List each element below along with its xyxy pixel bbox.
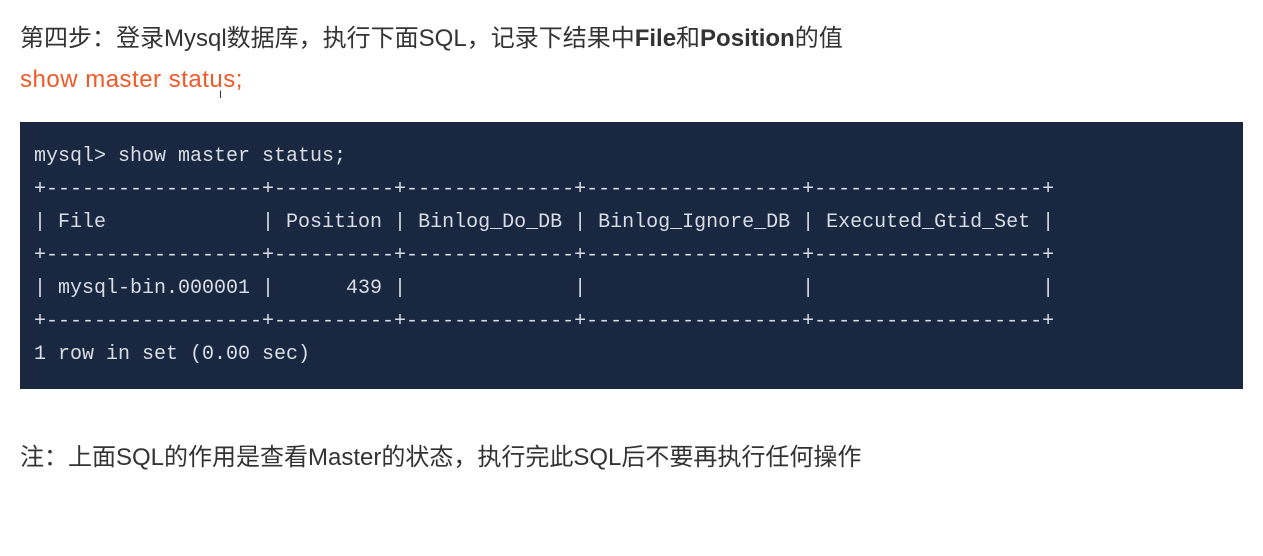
terminal-prompt-line: mysql> show master status; [34, 145, 346, 168]
terminal-sep-top: +------------------+----------+---------… [34, 178, 1054, 201]
heading-mid: 和 [676, 25, 700, 52]
terminal-output: mysql> show master status; +------------… [20, 122, 1243, 389]
note-text: 注：上面SQL的作用是查看Master的状态，执行完此SQL后不要再执行任何操作 [20, 439, 1243, 477]
heading-bold-position: Position [700, 25, 795, 52]
heading-bold-file: File [635, 25, 676, 52]
terminal-sep-bot: +------------------+----------+---------… [34, 310, 1054, 333]
heading-suffix: 的值 [795, 25, 843, 52]
text-cursor-icon: I [219, 90, 223, 101]
terminal-header-row: | File | Position | Binlog_Do_DB | Binlo… [34, 211, 1054, 234]
step-heading: 第四步：登录Mysql数据库，执行下面SQL，记录下结果中File和Positi… [20, 20, 1243, 58]
sql-command-text: show master status; [20, 66, 243, 93]
sql-command: show master status; I [20, 66, 1243, 94]
terminal-sep-mid: +------------------+----------+---------… [34, 244, 1054, 267]
terminal-footer: 1 row in set (0.00 sec) [34, 343, 310, 366]
terminal-data-row: | mysql-bin.000001 | 439 | | | | [34, 277, 1054, 300]
heading-prefix: 第四步：登录Mysql数据库，执行下面SQL，记录下结果中 [20, 25, 635, 52]
